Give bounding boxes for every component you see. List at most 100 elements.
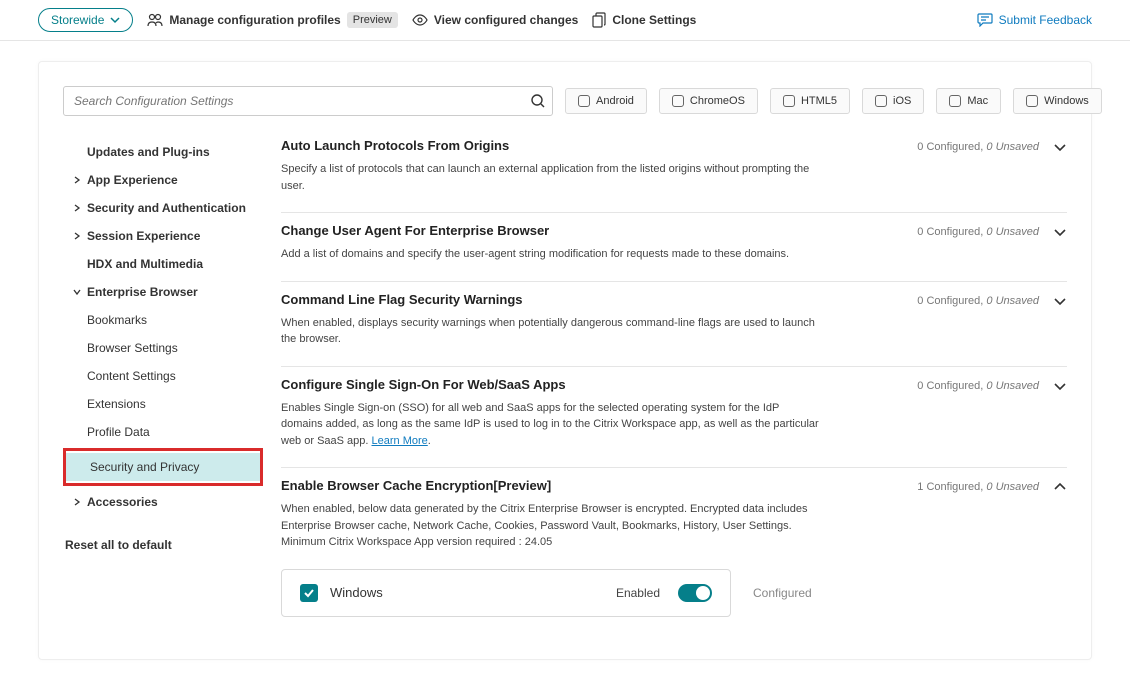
- settings-list: Auto Launch Protocols From Origins Specif…: [281, 138, 1067, 635]
- search-input[interactable]: [63, 86, 553, 116]
- setting-title: Configure Single Sign-On For Web/SaaS Ap…: [281, 377, 821, 392]
- os-label: Android: [596, 95, 634, 107]
- nav-extensions[interactable]: Extensions: [63, 390, 263, 418]
- checkbox-icon: [672, 95, 684, 107]
- checkbox-icon: [949, 95, 961, 107]
- setting-status: 1 Configured, 0 Unsaved: [917, 481, 1039, 493]
- nav-label: Extensions: [87, 397, 146, 411]
- view-label: View configured changes: [434, 13, 578, 27]
- chevron-right-icon: [73, 498, 81, 506]
- chat-icon: [977, 13, 993, 27]
- learn-more-link[interactable]: Learn More: [372, 435, 428, 447]
- os-checkbox[interactable]: [300, 584, 318, 602]
- os-name-label: Windows: [330, 585, 604, 600]
- os-chip-html5[interactable]: HTML5: [770, 88, 850, 114]
- chevron-right-icon: [73, 232, 81, 240]
- checkbox-icon: [1026, 95, 1038, 107]
- os-filter-row: Android ChromeOS HTML5 iOS Mac Windows: [565, 88, 1102, 114]
- os-label: ChromeOS: [690, 95, 745, 107]
- setting-description: When enabled, below data generated by th…: [281, 501, 821, 551]
- top-bar: Storewide Manage configuration profiles …: [0, 0, 1130, 41]
- clone-label: Clone Settings: [612, 13, 696, 27]
- setting-cache-enc: Enable Browser Cache Encryption[Preview]…: [281, 468, 1067, 635]
- chevron-down-icon[interactable]: [1053, 225, 1067, 239]
- nav-bookmarks[interactable]: Bookmarks: [63, 306, 263, 334]
- search-icon[interactable]: [531, 94, 545, 108]
- nav-app-experience[interactable]: App Experience: [63, 166, 263, 194]
- nav-label: HDX and Multimedia: [87, 257, 203, 271]
- setting-title: Auto Launch Protocols From Origins: [281, 138, 821, 153]
- setting-description: Add a list of domains and specify the us…: [281, 246, 789, 263]
- nav-label: Content Settings: [87, 369, 176, 383]
- setting-description: When enabled, displays security warnings…: [281, 315, 821, 348]
- nav-profile-data[interactable]: Profile Data: [63, 418, 263, 446]
- users-icon: [147, 13, 163, 27]
- configured-status: Configured: [753, 586, 812, 600]
- os-label: iOS: [893, 95, 911, 107]
- nav-hdx[interactable]: HDX and Multimedia: [63, 250, 263, 278]
- setting-title: Change User Agent For Enterprise Browser: [281, 223, 789, 238]
- chevron-right-icon: [73, 176, 81, 184]
- setting-description: Enables Single Sign-on (SSO) for all web…: [281, 400, 821, 450]
- view-changes-link[interactable]: View configured changes: [412, 13, 578, 27]
- nav-label: Enterprise Browser: [87, 285, 198, 299]
- chevron-down-icon: [73, 288, 81, 296]
- nav-label: App Experience: [87, 173, 178, 187]
- chevron-down-icon: [110, 15, 120, 25]
- os-label: Mac: [967, 95, 988, 107]
- nav-updates[interactable]: Updates and Plug-ins: [63, 138, 263, 166]
- clone-settings-link[interactable]: Clone Settings: [592, 12, 696, 28]
- os-chip-mac[interactable]: Mac: [936, 88, 1001, 114]
- os-chip-windows[interactable]: Windows: [1013, 88, 1102, 114]
- setting-cmd-flag: Command Line Flag Security WarningsWhen …: [281, 282, 1067, 367]
- os-label: Windows: [1044, 95, 1089, 107]
- chevron-down-icon[interactable]: [1053, 140, 1067, 154]
- manage-profiles-link[interactable]: Manage configuration profiles Preview: [147, 12, 397, 28]
- nav-security-auth[interactable]: Security and Authentication: [63, 194, 263, 222]
- scope-label: Storewide: [51, 13, 104, 27]
- reset-all-link[interactable]: Reset all to default: [63, 538, 263, 552]
- scope-dropdown[interactable]: Storewide: [38, 8, 133, 32]
- setting-panel: Windows Enabled Configured: [281, 569, 1067, 617]
- chevron-right-icon: [73, 204, 81, 212]
- nav-label: Browser Settings: [87, 341, 178, 355]
- nav-content-settings[interactable]: Content Settings: [63, 362, 263, 390]
- feedback-label: Submit Feedback: [999, 13, 1092, 27]
- enabled-toggle[interactable]: [678, 584, 712, 602]
- os-config-card: Windows Enabled: [281, 569, 731, 617]
- checkbox-icon: [578, 95, 590, 107]
- highlight-annotation: Security and Privacy: [63, 448, 263, 486]
- nav-security-privacy[interactable]: Security and Privacy: [66, 453, 260, 481]
- os-chip-android[interactable]: Android: [565, 88, 647, 114]
- setting-title: Enable Browser Cache Encryption[Preview]: [281, 478, 821, 493]
- setting-status: 0 Configured, 0 Unsaved: [917, 380, 1039, 392]
- nav-enterprise-browser[interactable]: Enterprise Browser: [63, 278, 263, 306]
- chevron-up-icon[interactable]: [1053, 480, 1067, 494]
- nav-label: Session Experience: [87, 229, 200, 243]
- nav-browser-settings[interactable]: Browser Settings: [63, 334, 263, 362]
- manage-label: Manage configuration profiles: [169, 13, 340, 27]
- settings-card: Android ChromeOS HTML5 iOS Mac Windows U…: [38, 61, 1092, 660]
- nav-session-experience[interactable]: Session Experience: [63, 222, 263, 250]
- setting-sso: Configure Single Sign-On For Web/SaaS Ap…: [281, 367, 1067, 469]
- nav-accessories[interactable]: Accessories: [63, 488, 263, 516]
- nav-label: Security and Privacy: [90, 460, 199, 474]
- setting-description: Specify a list of protocols that can lau…: [281, 161, 821, 194]
- setting-status: 0 Configured, 0 Unsaved: [917, 226, 1039, 238]
- preview-badge: Preview: [347, 12, 398, 28]
- submit-feedback-link[interactable]: Submit Feedback: [977, 13, 1092, 27]
- nav-label: Bookmarks: [87, 313, 147, 327]
- os-chip-ios[interactable]: iOS: [862, 88, 924, 114]
- nav-label: Updates and Plug-ins: [87, 145, 210, 159]
- nav-label: Security and Authentication: [87, 201, 246, 215]
- chevron-down-icon[interactable]: [1053, 379, 1067, 393]
- enabled-label: Enabled: [616, 586, 660, 600]
- checkbox-icon: [783, 95, 795, 107]
- os-label: HTML5: [801, 95, 837, 107]
- setting-user-agent: Change User Agent For Enterprise Browser…: [281, 213, 1067, 282]
- clone-icon: [592, 12, 606, 28]
- setting-auto-launch: Auto Launch Protocols From Origins Specif…: [281, 138, 1067, 213]
- chevron-down-icon[interactable]: [1053, 294, 1067, 308]
- checkbox-icon: [875, 95, 887, 107]
- os-chip-chromeos[interactable]: ChromeOS: [659, 88, 758, 114]
